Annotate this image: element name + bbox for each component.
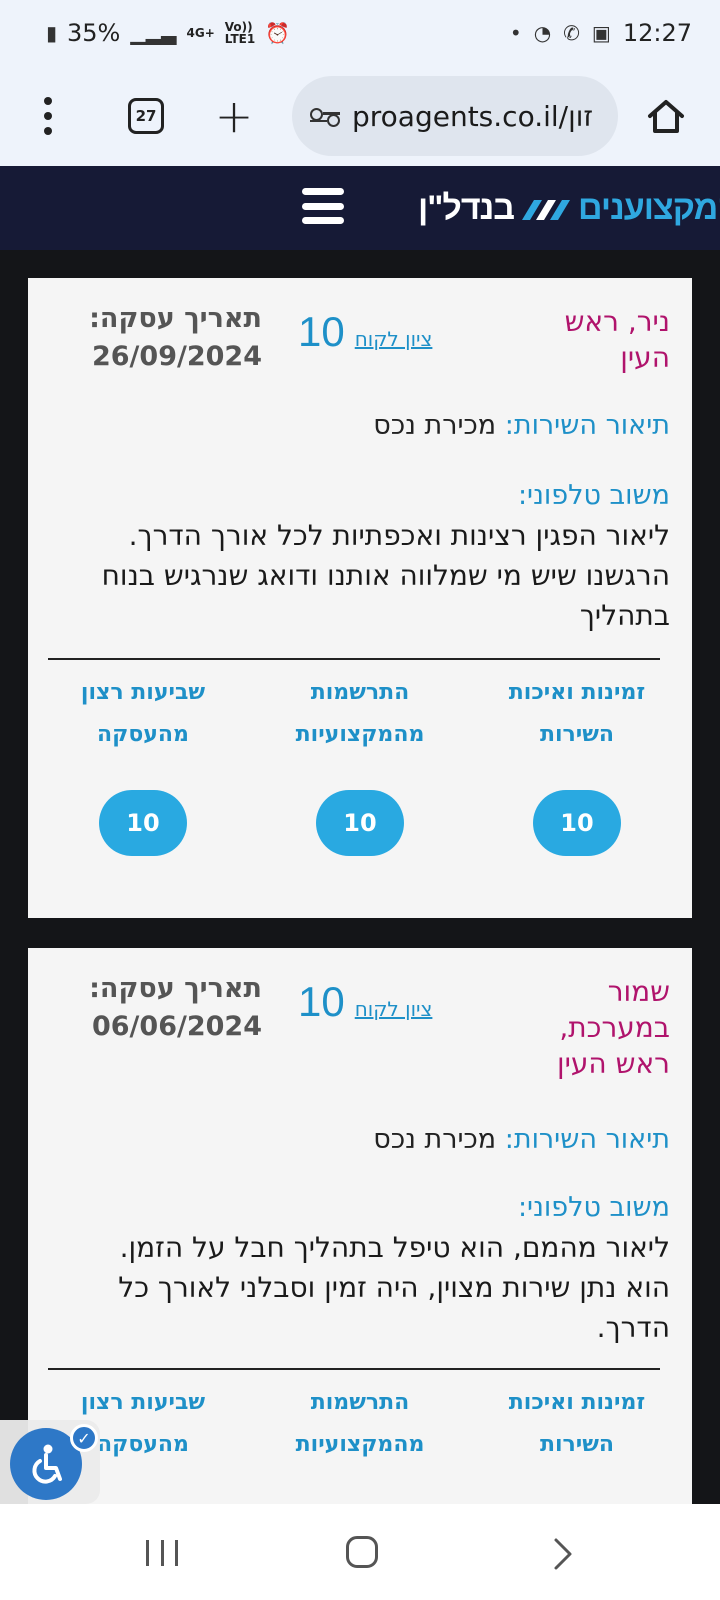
service-value: מכירת נכס xyxy=(373,410,497,441)
logo-text-primary: המקצוענים xyxy=(578,188,720,227)
review-card: שמור במערכת, ראש העין ציון לקוח 10 תאריך… xyxy=(28,948,692,1504)
home-icon[interactable] xyxy=(644,94,688,138)
whatsapp-icon: ✆ xyxy=(563,21,580,45)
reviews-list: ניר, ראש העין ציון לקוח 10 תאריך עסקה: 2… xyxy=(0,250,720,1504)
deal-date: תאריך עסקה: 26/09/2024 xyxy=(72,300,262,376)
recent-apps-icon[interactable] xyxy=(146,1540,178,1566)
rating-badge: 10 xyxy=(316,790,404,856)
system-navigation-bar xyxy=(0,1504,720,1600)
customer-score-value: 10 xyxy=(298,978,345,1025)
check-icon: ✓ xyxy=(70,1424,98,1452)
rating-label: זמינות ואיכות השירות xyxy=(508,1390,646,1457)
logo-roof-icon xyxy=(522,200,571,220)
rating-group: זמינות ואיכות השירות התרשמות מהמקצועיות … xyxy=(48,1382,672,1466)
review-header: ניר, ראש העין ציון לקוח 10 תאריך עסקה: 2… xyxy=(28,278,692,388)
clock: 12:27 xyxy=(622,19,692,47)
rating-group: זמינות ואיכות השירות 10 התרשמות מהמקצועי… xyxy=(48,672,672,856)
status-left: ▮ 35% ▁▂▃ 4G+ Vo)) LTE1 ⏰ xyxy=(46,19,290,47)
service-description: תיאור השירות: מכירת נכס xyxy=(373,1124,670,1155)
feedback-label: משוב טלפוני: xyxy=(517,1192,670,1223)
rating-satisfaction: שביעות רצון מהעסקה 10 xyxy=(48,672,238,856)
customer-score: ציון לקוח 10 xyxy=(298,308,432,356)
service-label: תיאור השירות: xyxy=(504,410,670,441)
service-description: תיאור השירות: מכירת נכס xyxy=(373,410,670,441)
url-text: proagents.co.il/זון xyxy=(352,99,594,133)
network-type: 4G+ xyxy=(186,26,215,40)
rating-label: התרשמות מהמקצועיות xyxy=(295,680,425,747)
deal-date-value: 06/06/2024 xyxy=(91,1011,262,1042)
status-right: • ◔ ✆ ▣ 12:27 xyxy=(510,19,692,47)
site-header: המקצוענים בנדל"ן xyxy=(0,166,720,250)
deal-date-label: תאריך עסקה: xyxy=(89,303,262,334)
customer-name: שמור במערכת, ראש העין xyxy=(557,975,670,1080)
deal-date: תאריך עסקה: 06/06/2024 xyxy=(72,970,262,1046)
tab-count: 27 xyxy=(135,107,157,125)
accessibility-widget[interactable]: ✓ xyxy=(0,1420,100,1504)
feedback-text: ליאור מהמם, הוא טיפל בתהליך חבל על הזמן.… xyxy=(118,1231,670,1344)
deal-date-label: תאריך עסקה: xyxy=(89,973,262,1004)
rating-label: התרשמות מהמקצועיות xyxy=(295,1390,425,1457)
rating-professionalism: התרשמות מהמקצועיות 10 xyxy=(265,672,455,856)
volte-indicator: Vo)) LTE1 xyxy=(224,20,256,46)
address-bar[interactable]: proagents.co.il/זון xyxy=(292,76,618,156)
customer-score-link[interactable]: ציון לקוח xyxy=(355,997,433,1021)
new-tab-icon[interactable]: + xyxy=(214,93,254,139)
rating-badge: 10 xyxy=(533,790,621,856)
browser-toolbar: 27 + proagents.co.il/זון xyxy=(0,66,720,166)
battery-level: 35% xyxy=(67,19,121,47)
home-button-icon[interactable] xyxy=(346,1536,378,1568)
sync-icon: ◔ xyxy=(533,21,552,45)
review-card: ניר, ראש העין ציון לקוח 10 תאריך עסקה: 2… xyxy=(28,278,692,918)
review-header: שמור במערכת, ראש העין ציון לקוח 10 תאריך… xyxy=(28,948,692,1080)
deal-date-value: 26/09/2024 xyxy=(91,341,262,372)
rating-badge: 10 xyxy=(99,790,187,856)
rating-label: שביעות רצון מהעסקה xyxy=(80,680,206,747)
signal-icon: ▁▂▃ xyxy=(130,21,177,45)
customer-score-value: 10 xyxy=(298,308,345,355)
feedback-label: משוב טלפוני: xyxy=(517,480,670,511)
back-chevron-icon[interactable] xyxy=(548,1536,578,1572)
rating-label: זמינות ואיכות השירות xyxy=(508,680,646,747)
site-logo[interactable]: המקצוענים בנדל"ן xyxy=(418,180,720,236)
notification-dot-icon: • xyxy=(509,21,522,45)
customer-name: ניר, ראש העין xyxy=(564,305,670,374)
wheelchair-icon xyxy=(32,1444,62,1484)
alarm-icon: ⏰ xyxy=(265,21,291,45)
divider xyxy=(48,1368,660,1370)
site-settings-icon[interactable] xyxy=(310,103,340,129)
rating-availability: זמינות ואיכות השירות 10 xyxy=(482,672,672,856)
browser-menu-icon[interactable] xyxy=(30,92,66,140)
customer-score: ציון לקוח 10 xyxy=(298,978,432,1026)
feedback-text: ליאור הפגין רצינות ואכפתיות לכל אורך הדר… xyxy=(101,519,670,632)
gallery-icon: ▣ xyxy=(591,21,611,45)
customer-score-link[interactable]: ציון לקוח xyxy=(355,327,433,351)
logo-text-secondary: בנדל"ן xyxy=(418,188,515,227)
hamburger-menu-icon[interactable] xyxy=(302,188,344,224)
rating-professionalism: התרשמות מהמקצועיות xyxy=(265,1382,455,1466)
divider xyxy=(48,658,660,660)
battery-icon: ▮ xyxy=(46,21,58,45)
service-label: תיאור השירות: xyxy=(504,1124,670,1155)
tab-switcher-button[interactable]: 27 xyxy=(128,98,164,134)
rating-availability: זמינות ואיכות השירות xyxy=(482,1382,672,1466)
status-bar: ▮ 35% ▁▂▃ 4G+ Vo)) LTE1 ⏰ • ◔ ✆ ▣ 12:27 xyxy=(0,0,720,66)
service-value: מכירת נכס xyxy=(373,1124,497,1155)
